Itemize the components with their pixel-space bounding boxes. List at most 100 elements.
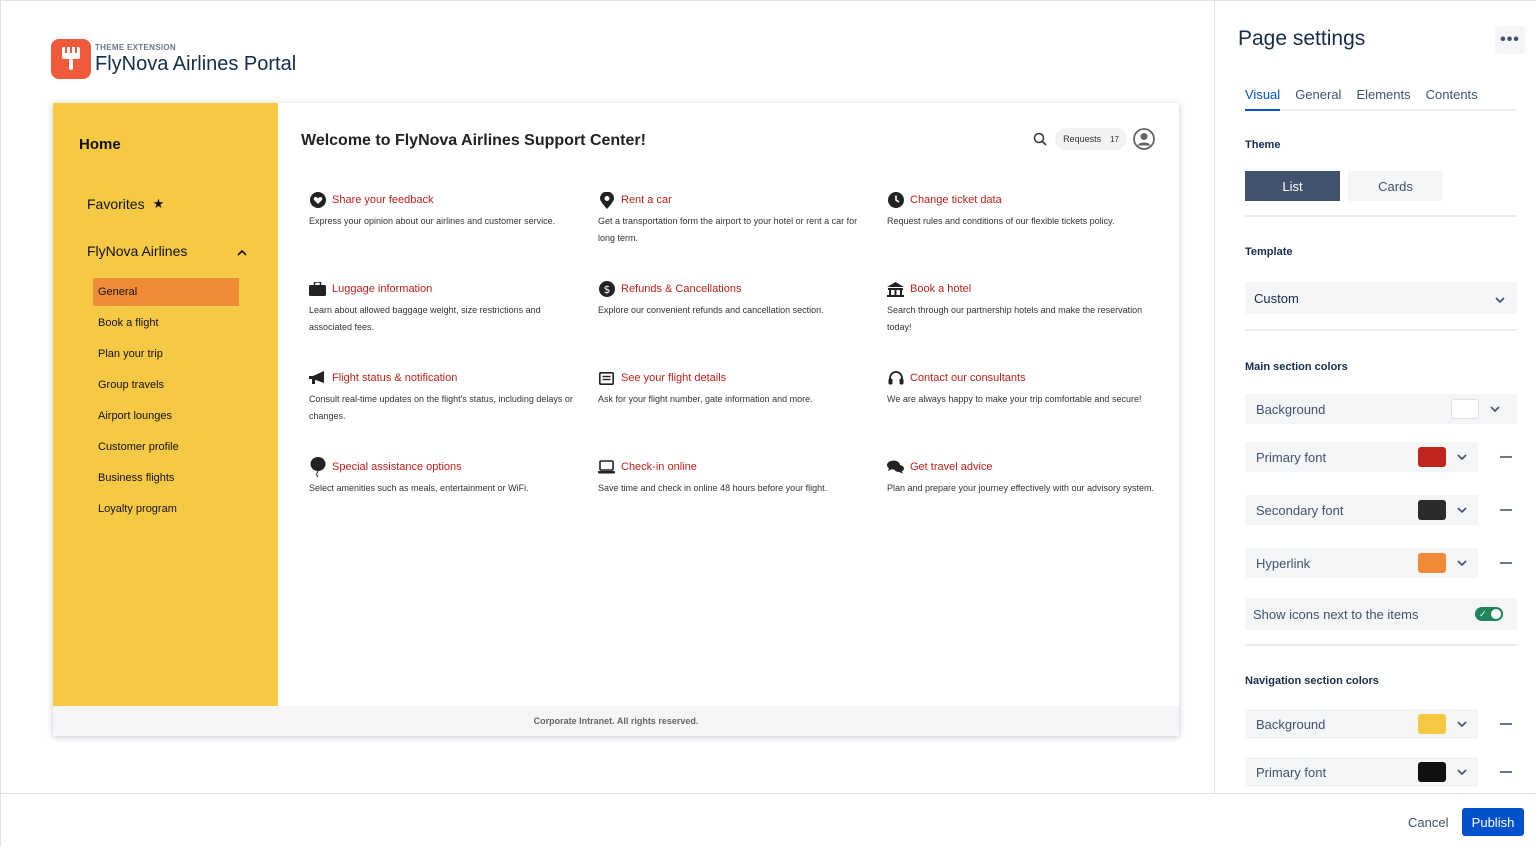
star-icon: ★ bbox=[152, 196, 165, 211]
support-item-description: Request rules and conditions of our flex… bbox=[887, 216, 1115, 226]
action-bar: Cancel Publish bbox=[1, 793, 1536, 847]
theme-label: Theme bbox=[1245, 139, 1281, 151]
support-item-title[interactable]: Luggage information bbox=[332, 283, 432, 295]
remove-color-button[interactable] bbox=[1500, 723, 1512, 725]
preview-toolbar: Requests 17 bbox=[1029, 128, 1155, 150]
support-item-title[interactable]: Refunds & Cancellations bbox=[621, 283, 741, 295]
support-item-description: Explore our convenient refunds and cance… bbox=[598, 305, 824, 315]
nav-item-general[interactable]: General bbox=[93, 278, 239, 306]
tab-visual[interactable]: Visual bbox=[1245, 87, 1281, 111]
nav-item-business-flights[interactable]: Business flights bbox=[93, 464, 239, 492]
main-background-color-picker[interactable]: Background bbox=[1245, 394, 1517, 424]
nav-primary-font-color-row: Primary font bbox=[1245, 757, 1512, 787]
support-item-title[interactable]: Special assistance options bbox=[332, 461, 462, 473]
color-swatch bbox=[1418, 500, 1446, 520]
requests-count: 17 bbox=[1110, 134, 1119, 144]
nav-group-flynova[interactable]: FlyNova Airlines bbox=[87, 243, 247, 259]
support-item-description: Express your opinion about our airlines … bbox=[309, 216, 556, 226]
chevron-up-icon bbox=[237, 243, 247, 259]
document-icon bbox=[598, 370, 615, 386]
show-icons-toggle[interactable]: ✓ bbox=[1475, 607, 1503, 621]
nav-item-group-travels[interactable]: Group travels bbox=[93, 371, 239, 399]
requests-label: Requests bbox=[1063, 134, 1102, 144]
tab-elements[interactable]: Elements bbox=[1356, 87, 1410, 111]
support-item-description: Plan and prepare your journey effectivel… bbox=[887, 483, 1154, 493]
support-item-title[interactable]: Get travel advice bbox=[910, 461, 993, 473]
support-item-title[interactable]: Check-in online bbox=[621, 461, 697, 473]
nav-item-customer-profile[interactable]: Customer profile bbox=[93, 433, 239, 461]
hotel-icon bbox=[887, 281, 904, 297]
nav-item-loyalty-program[interactable]: Loyalty program bbox=[93, 495, 239, 523]
avatar-icon[interactable] bbox=[1133, 128, 1155, 150]
support-item: Special assistance options Select amenit… bbox=[309, 457, 598, 548]
theme-list-button[interactable]: List bbox=[1245, 171, 1340, 201]
nav-primary-font-color-picker[interactable]: Primary font bbox=[1245, 757, 1478, 787]
support-item-title[interactable]: See your flight details bbox=[621, 372, 726, 384]
color-swatch bbox=[1418, 762, 1446, 782]
chevron-down-icon bbox=[1487, 406, 1503, 412]
paintbrush-icon bbox=[51, 39, 91, 79]
nav-item-book-a-flight[interactable]: Book a flight bbox=[93, 309, 239, 337]
color-swatch bbox=[1418, 447, 1446, 467]
map-pin-icon bbox=[598, 191, 615, 209]
support-item-description: Save time and check in online 48 hours b… bbox=[598, 483, 828, 493]
heart-icon bbox=[309, 192, 326, 208]
more-options-icon[interactable]: ••• bbox=[1495, 26, 1525, 54]
main-primary-font-color-picker[interactable]: Primary font bbox=[1245, 442, 1478, 472]
support-item: Contact our consultants We are always ha… bbox=[887, 370, 1176, 459]
preview-content: Welcome to FlyNova Airlines Support Cent… bbox=[278, 103, 1179, 706]
nav-item-airport-lounges[interactable]: Airport lounges bbox=[93, 402, 239, 430]
color-label: Secondary font bbox=[1256, 502, 1344, 518]
show-icons-row: Show icons next to the items ✓ bbox=[1245, 598, 1517, 630]
support-item-description: Consult real-time updates on the flight'… bbox=[309, 394, 573, 421]
remove-color-button[interactable] bbox=[1500, 509, 1512, 511]
support-item-description: Ask for your flight number, gate informa… bbox=[598, 394, 813, 404]
theme-cards-button[interactable]: Cards bbox=[1348, 171, 1443, 201]
support-item-description: Select amenities such as meals, entertai… bbox=[309, 483, 529, 493]
support-item-title[interactable]: Contact our consultants bbox=[910, 372, 1026, 384]
dollar-icon: $ bbox=[598, 281, 615, 297]
nav-favorites-link[interactable]: Favorites ★ bbox=[87, 196, 164, 212]
chevron-down-icon bbox=[1495, 291, 1505, 306]
requests-button[interactable]: Requests 17 bbox=[1055, 128, 1127, 150]
support-item: Flight status & notification Consult rea… bbox=[309, 370, 598, 459]
support-item-title[interactable]: Flight status & notification bbox=[332, 372, 457, 384]
remove-color-button[interactable] bbox=[1500, 562, 1512, 564]
chevron-down-icon bbox=[1454, 507, 1470, 513]
cancel-button[interactable]: Cancel bbox=[1401, 808, 1455, 836]
support-item: See your flight details Ask for your fli… bbox=[598, 370, 887, 459]
support-item-description: Search through our partnership hotels an… bbox=[887, 305, 1143, 332]
color-label: Primary font bbox=[1256, 764, 1327, 780]
extension-label: THEME EXTENSION bbox=[95, 42, 176, 52]
support-item-description: Get a transportation form the airport to… bbox=[598, 216, 858, 243]
support-item-title[interactable]: Share your feedback bbox=[332, 194, 434, 206]
chevron-down-icon bbox=[1454, 721, 1470, 727]
template-select[interactable]: Custom bbox=[1245, 282, 1517, 314]
remove-color-button[interactable] bbox=[1500, 456, 1512, 458]
support-item-title[interactable]: Book a hotel bbox=[910, 283, 971, 295]
nav-home-link[interactable]: Home bbox=[79, 136, 121, 153]
nav-background-color-picker[interactable]: Background bbox=[1245, 709, 1478, 739]
nav-item-plan-your-trip[interactable]: Plan your trip bbox=[93, 340, 239, 368]
support-item: $ Refunds & Cancellations Explore our co… bbox=[598, 281, 887, 370]
balloon-icon bbox=[309, 457, 326, 477]
template-label: Template bbox=[1245, 246, 1293, 258]
support-item: Luggage information Learn about allowed … bbox=[309, 281, 598, 370]
publish-button[interactable]: Publish bbox=[1462, 808, 1524, 836]
welcome-heading: Welcome to FlyNova Airlines Support Cent… bbox=[301, 132, 646, 149]
support-item-title[interactable]: Rent a car bbox=[621, 194, 672, 206]
tab-contents[interactable]: Contents bbox=[1426, 87, 1478, 111]
main-colors-label: Main section colors bbox=[1245, 361, 1348, 373]
remove-color-button[interactable] bbox=[1500, 771, 1512, 773]
tab-general[interactable]: General bbox=[1295, 87, 1341, 111]
search-icon[interactable] bbox=[1029, 128, 1051, 150]
chevron-down-icon bbox=[1454, 560, 1470, 566]
nav-group-label: FlyNova Airlines bbox=[87, 243, 188, 259]
color-swatch bbox=[1418, 553, 1446, 573]
main-secondary-font-color-picker[interactable]: Secondary font bbox=[1245, 495, 1478, 525]
portal-preview: Home Favorites ★ FlyNova Airlines Genera… bbox=[53, 103, 1179, 736]
support-item-title[interactable]: Change ticket data bbox=[910, 194, 1002, 206]
nav-favorites-label: Favorites bbox=[87, 196, 145, 212]
main-hyperlink-color-picker[interactable]: Hyperlink bbox=[1245, 548, 1478, 578]
support-item: Rent a car Get a transportation form the… bbox=[598, 191, 887, 281]
